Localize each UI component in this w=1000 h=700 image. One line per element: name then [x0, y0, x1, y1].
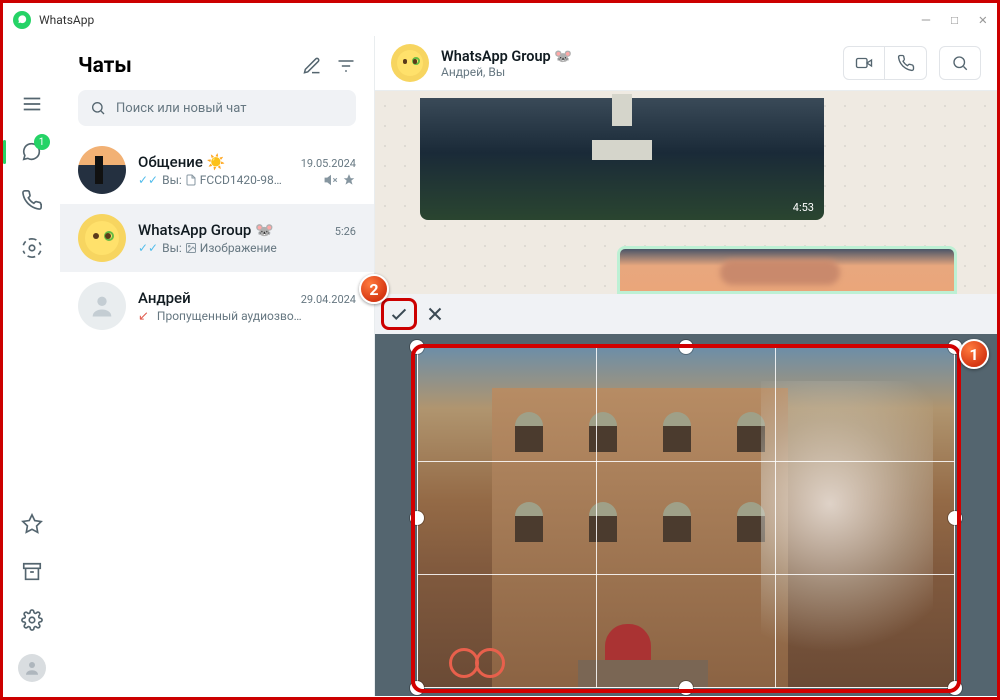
maximize-button[interactable]: ☐: [950, 12, 958, 28]
chat-date: 5:26: [335, 225, 356, 238]
profile-avatar[interactable]: [12, 648, 52, 688]
pinned-icon: [342, 173, 356, 187]
minimize-button[interactable]: —: [922, 12, 930, 28]
image-crop-editor: 1: [375, 294, 997, 696]
annotation-callout-2: 2: [359, 274, 389, 304]
crop-handle-bl[interactable]: [410, 681, 424, 695]
search-conversation-button[interactable]: [939, 46, 981, 80]
chat-date: 29.04.2024: [301, 293, 356, 306]
chat-row[interactable]: Андрей 29.04.2024 ↙ Пропущенный аудиозво…: [60, 272, 374, 340]
search-icon: [90, 100, 106, 116]
preview-prefix: Вы:: [162, 173, 182, 187]
nav-rail: 1: [3, 36, 60, 696]
settings-icon[interactable]: [12, 600, 52, 640]
chat-date: 19.05.2024: [301, 157, 356, 170]
chat-preview: Вы: Изображение: [162, 241, 356, 255]
calls-tab[interactable]: [12, 180, 52, 220]
conversation-title: WhatsApp Group 🐭: [441, 48, 572, 65]
avatar: [78, 146, 126, 194]
conversation-avatar[interactable]: [391, 44, 429, 82]
document-icon: [185, 174, 197, 186]
app-body: 1 Чаты: [3, 36, 997, 696]
chat-list-title: Чаты: [78, 54, 288, 78]
window-controls: — ☐ ✕: [922, 12, 987, 28]
starred-tab[interactable]: [12, 504, 52, 544]
crop-handle-l[interactable]: [410, 511, 424, 525]
chat-row[interactable]: WhatsApp Group 🐭 5:26 ✓✓ Вы: Изображение: [60, 204, 374, 272]
chat-list: Общение ☀️ 19.05.2024 ✓✓ Вы: FCCD1420-98…: [60, 136, 374, 696]
avatar: [78, 282, 126, 330]
missed-call-icon: ↙: [138, 309, 149, 324]
chat-name: Общение ☀️: [138, 153, 225, 171]
crop-handle-tl[interactable]: [410, 340, 424, 354]
unread-badge: 1: [34, 134, 50, 150]
filter-icon[interactable]: [336, 56, 356, 76]
chat-name: Андрей: [138, 289, 191, 307]
avatar: [78, 214, 126, 262]
video-duration: 4:53: [793, 201, 814, 214]
chat-row[interactable]: Общение ☀️ 19.05.2024 ✓✓ Вы: FCCD1420-98…: [60, 136, 374, 204]
crop-stage[interactable]: [417, 347, 955, 688]
image-icon: [185, 242, 197, 254]
conversation-subtitle: Андрей, Вы: [441, 65, 572, 79]
read-checks-icon: ✓✓: [138, 241, 158, 255]
archive-tab[interactable]: [12, 552, 52, 592]
check-icon: [388, 303, 410, 325]
video-call-button[interactable]: [843, 46, 885, 80]
crop-confirm-button[interactable]: [381, 298, 417, 330]
message-image-preview[interactable]: [617, 246, 957, 294]
close-button[interactable]: ✕: [979, 12, 987, 28]
crop-handle-r[interactable]: [948, 511, 962, 525]
search-placeholder: Поиск или новый чат: [116, 101, 246, 116]
annotation-callout-1: 1: [959, 339, 989, 369]
messages-area: 4:53: [375, 91, 997, 696]
crop-handle-t[interactable]: [679, 340, 693, 354]
crop-image: [417, 347, 955, 688]
app-title: WhatsApp: [39, 13, 94, 27]
chat-list-header: Чаты: [60, 36, 374, 90]
chats-tab[interactable]: 1: [12, 132, 52, 172]
chat-preview: Пропущенный аудиозво…: [157, 309, 356, 323]
crop-handle-b[interactable]: [679, 681, 693, 695]
crop-cancel-button[interactable]: [417, 298, 453, 330]
window-titlebar: WhatsApp — ☐ ✕: [3, 3, 997, 36]
conversation-panel: WhatsApp Group 🐭 Андрей, Вы 4:53: [375, 36, 997, 696]
crop-handle-br[interactable]: [948, 681, 962, 695]
crop-toolbar: [375, 294, 997, 334]
read-checks-icon: ✓✓: [138, 173, 158, 187]
status-tab[interactable]: [12, 228, 52, 268]
chat-name: WhatsApp Group 🐭: [138, 221, 274, 239]
chat-preview: Вы: FCCD1420-98…: [162, 173, 320, 187]
conversation-header: WhatsApp Group 🐭 Андрей, Вы: [375, 36, 997, 91]
search-input[interactable]: Поиск или новый чат: [78, 90, 356, 126]
muted-icon: [324, 173, 338, 187]
preview-prefix: Вы:: [162, 241, 182, 255]
whatsapp-logo-icon: [13, 11, 31, 29]
chat-list-panel: Чаты Поиск или новый чат Общение ☀️ 19.0: [60, 36, 375, 696]
close-icon: [424, 303, 446, 325]
message-video-thumbnail[interactable]: 4:53: [420, 98, 824, 220]
voice-call-button[interactable]: [885, 46, 927, 80]
menu-icon[interactable]: [12, 84, 52, 124]
new-chat-icon[interactable]: [302, 56, 322, 76]
